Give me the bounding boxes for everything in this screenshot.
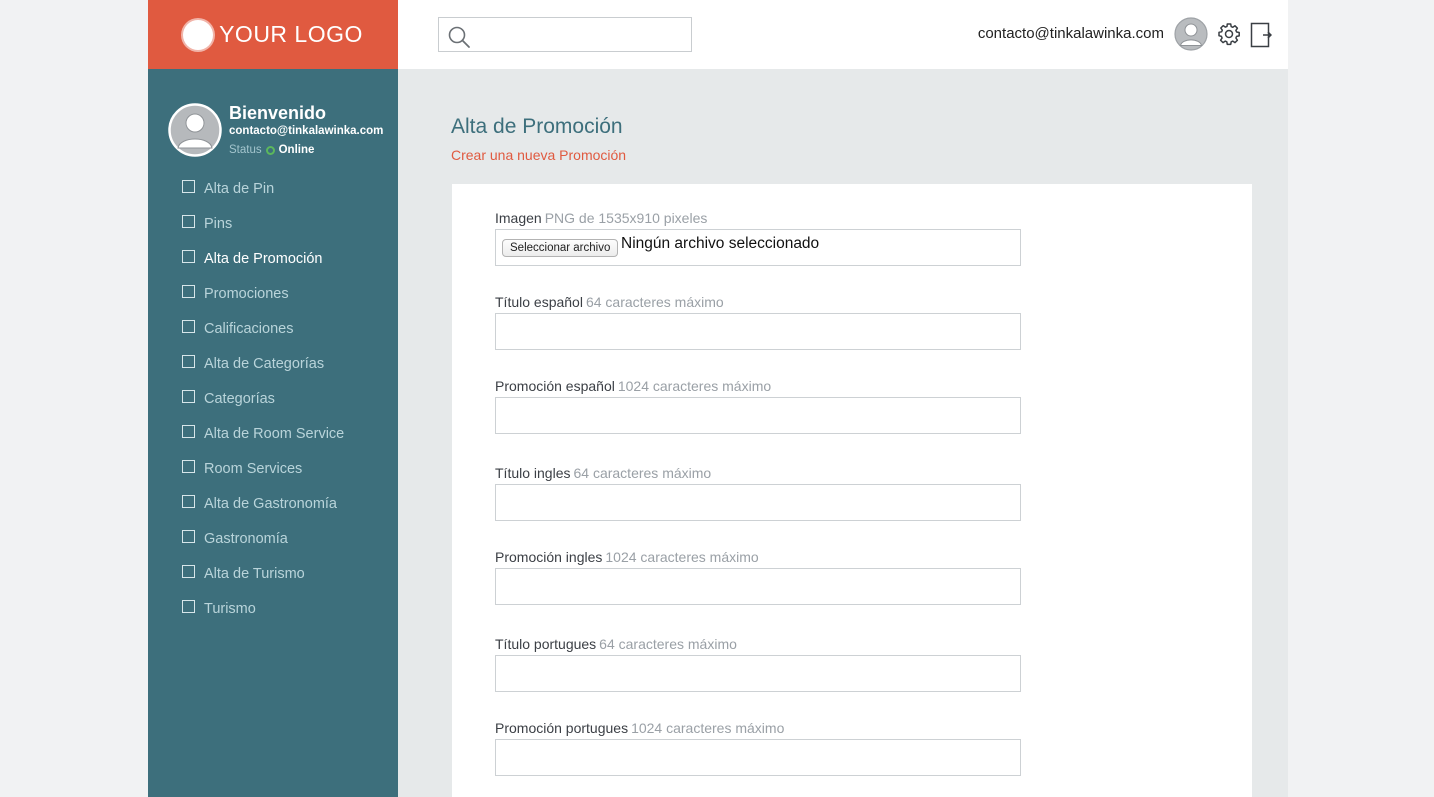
image-field: Imagen PNG de 1535x910 pixeles Selecciona…	[495, 210, 1021, 266]
checkbox-icon	[182, 425, 195, 438]
checkbox-icon	[182, 320, 195, 333]
title-en-input-box	[495, 484, 1021, 521]
file-input: Seleccionar archivo Ningún archivo selec…	[495, 229, 1021, 266]
sidebar-item-label: Promociones	[204, 286, 289, 302]
checkbox-icon	[182, 495, 195, 508]
promo-es-input[interactable]	[496, 398, 1020, 433]
file-status: Ningún archivo seleccionado	[621, 235, 820, 252]
sidebar-item-label: Alta de Categorías	[204, 356, 325, 372]
logo-circle-icon	[183, 19, 214, 50]
checkbox-icon	[182, 600, 195, 613]
sidebar-item-alta-de-room-service[interactable]: Alta de Room Service	[182, 424, 344, 459]
sidebar-item-label: Alta de Promoción	[204, 251, 323, 267]
sidebar-item-label: Alta de Room Service	[204, 426, 345, 442]
sidebar-item-label: Alta de Gastronomía	[204, 496, 337, 512]
avatar-icon[interactable]	[1174, 17, 1208, 51]
field-label: Título ingles	[495, 465, 571, 481]
page-title: Alta de Promoción	[451, 115, 623, 138]
field-label: Promoción ingles	[495, 549, 603, 565]
status-value: Online	[278, 144, 315, 156]
sidebar-item-label: Turismo	[204, 601, 256, 617]
checkbox-icon	[182, 460, 195, 473]
checkbox-icon	[182, 355, 195, 368]
sidebar-item-alta-de-promocion[interactable]: Alta de Promoción	[182, 249, 344, 284]
field-hint: 64 caracteres máximo	[599, 636, 737, 652]
title-en-input[interactable]	[496, 485, 1020, 520]
promo-es-input-box	[495, 397, 1021, 434]
field-label: Promoción español	[495, 378, 615, 394]
promo-en-field: Promoción ingles 1024 caracteres máximo	[495, 549, 1021, 605]
promo-pt-field: Promoción portugues 1024 caracteres máxim…	[495, 720, 1021, 776]
form-card: Imagen PNG de 1535x910 pixeles Selecciona…	[452, 184, 1252, 797]
logo-text: YOUR LOGO	[219, 21, 363, 47]
title-es-input-box	[495, 313, 1021, 350]
sidebar-item-turismo[interactable]: Turismo	[182, 599, 344, 634]
choose-file-button[interactable]: Seleccionar archivo	[502, 239, 619, 257]
sidebar-item-label: Pins	[204, 216, 233, 232]
status-row: Status Online	[229, 144, 314, 156]
checkbox-icon	[182, 180, 195, 193]
sidebar-item-promociones[interactable]: Promociones	[182, 284, 344, 319]
promo-pt-input[interactable]	[496, 740, 1020, 775]
logout-icon[interactable]	[1250, 22, 1272, 48]
field-label: Título portugues	[495, 636, 597, 652]
checkbox-icon	[182, 390, 195, 403]
promo-es-field: Promoción español 1024 caracteres máximo	[495, 378, 1021, 434]
header-user-email: contacto@tinkalawinka.com	[977, 25, 1164, 42]
sidebar-item-label: Alta de Turismo	[204, 566, 305, 582]
sidebar-item-label: Gastronomía	[204, 531, 288, 547]
sidebar-menu: Alta de Pin Pins Alta de Promoción Promo…	[182, 179, 344, 634]
profile-email: contacto@tinkalawinka.com	[229, 125, 384, 137]
search-input[interactable]	[475, 22, 689, 49]
welcome-heading: Bienvenido	[229, 103, 327, 123]
field-label: Título español	[495, 294, 583, 310]
checkbox-icon	[182, 530, 195, 543]
field-hint: 64 caracteres máximo	[573, 465, 712, 481]
image-field-hint: PNG de 1535x910 pixeles	[544, 210, 708, 226]
checkbox-icon	[182, 250, 195, 263]
sidebar-item-label: Categorías	[204, 391, 275, 407]
field-hint: 64 caracteres máximo	[585, 294, 724, 310]
title-es-field: Título español 64 caracteres máximo	[495, 294, 1021, 350]
title-pt-input[interactable]	[496, 656, 1020, 691]
page-subtitle: Crear una nueva Promoción	[451, 147, 627, 163]
app-window: YOUR LOGO contacto@tinkalawinka.com Bien…	[148, 0, 1288, 797]
search-icon	[448, 26, 470, 48]
title-pt-field: Título portugues 64 caracteres máximo	[495, 636, 1021, 692]
sidebar-item-pins[interactable]: Pins	[182, 214, 344, 249]
sidebar-item-alta-de-pin[interactable]: Alta de Pin	[182, 179, 344, 214]
search-box[interactable]	[438, 17, 692, 52]
field-label: Promoción portugues	[495, 720, 629, 736]
field-hint: 1024 caracteres máximo	[617, 378, 772, 394]
gear-icon[interactable]	[1217, 22, 1241, 46]
sidebar-item-alta-de-turismo[interactable]: Alta de Turismo	[182, 564, 344, 599]
checkbox-icon	[182, 285, 195, 298]
checkbox-icon	[182, 565, 195, 578]
sidebar-item-label: Calificaciones	[204, 321, 294, 337]
sidebar-item-room-services[interactable]: Room Services	[182, 459, 344, 494]
sidebar-item-label: Room Services	[204, 461, 303, 477]
profile-avatar-icon	[168, 103, 222, 157]
status-online-icon	[265, 145, 275, 155]
title-en-field: Título ingles 64 caracteres máximo	[495, 465, 1021, 521]
sidebar-item-label: Alta de Pin	[204, 181, 275, 197]
sidebar-item-gastronomia[interactable]: Gastronomía	[182, 529, 344, 564]
field-hint: 1024 caracteres máximo	[605, 549, 759, 565]
title-es-input[interactable]	[496, 314, 1020, 349]
title-pt-input-box	[495, 655, 1021, 692]
field-hint: 1024 caracteres máximo	[631, 720, 785, 736]
image-field-label: Imagen	[495, 210, 542, 226]
status-label: Status	[229, 144, 262, 156]
sidebar-item-categorias[interactable]: Categorías	[182, 389, 344, 424]
top-bar: contacto@tinkalawinka.com	[398, 0, 1288, 69]
sidebar-item-alta-de-gastronomia[interactable]: Alta de Gastronomía	[182, 494, 344, 529]
promo-en-input[interactable]	[496, 569, 1020, 604]
logo[interactable]: YOUR LOGO	[148, 0, 398, 69]
sidebar: Bienvenido contacto@tinkalawinka.com Sta…	[148, 69, 398, 797]
sidebar-item-alta-de-categorias[interactable]: Alta de Categorías	[182, 354, 344, 389]
checkbox-icon	[182, 215, 195, 228]
sidebar-item-calificaciones[interactable]: Calificaciones	[182, 319, 344, 354]
promo-pt-input-box	[495, 739, 1021, 776]
promo-en-input-box	[495, 568, 1021, 605]
